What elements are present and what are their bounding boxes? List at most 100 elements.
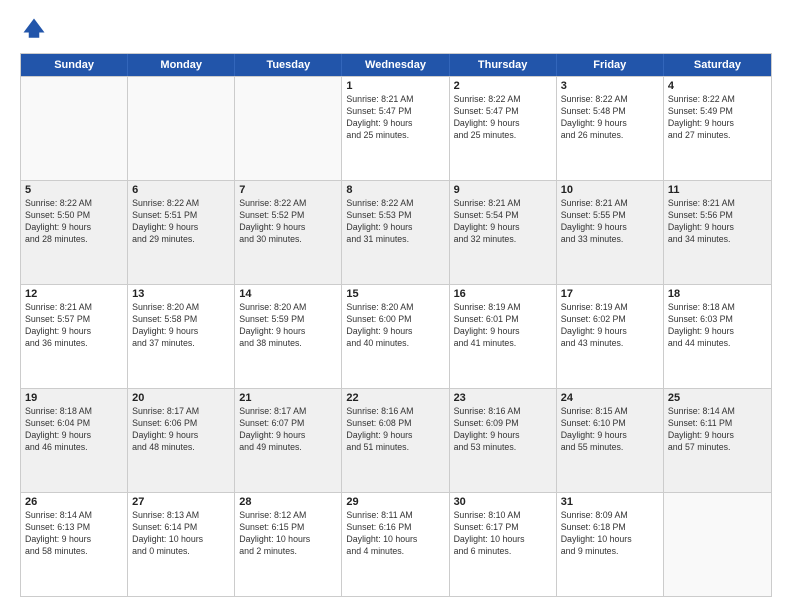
day-number: 28 xyxy=(239,496,337,508)
cell-text: Sunrise: 8:19 AM Sunset: 6:01 PM Dayligh… xyxy=(454,302,552,350)
calendar-cell: 29 Sunrise: 8:11 AM Sunset: 6:16 PM Dayli… xyxy=(342,493,449,596)
cell-text: Sunrise: 8:21 AM Sunset: 5:54 PM Dayligh… xyxy=(454,198,552,246)
cell-text: Sunrise: 8:21 AM Sunset: 5:47 PM Dayligh… xyxy=(346,94,444,142)
cell-text: Sunrise: 8:17 AM Sunset: 6:07 PM Dayligh… xyxy=(239,406,337,454)
cell-text: Sunrise: 8:10 AM Sunset: 6:17 PM Dayligh… xyxy=(454,510,552,558)
day-number: 26 xyxy=(25,496,123,508)
calendar: SundayMondayTuesdayWednesdayThursdayFrid… xyxy=(20,53,772,597)
day-number: 19 xyxy=(25,392,123,404)
day-number: 6 xyxy=(132,184,230,196)
day-number: 31 xyxy=(561,496,659,508)
calendar-cell: 19 Sunrise: 8:18 AM Sunset: 6:04 PM Dayli… xyxy=(21,389,128,492)
cell-text: Sunrise: 8:18 AM Sunset: 6:03 PM Dayligh… xyxy=(668,302,767,350)
day-number: 30 xyxy=(454,496,552,508)
cell-text: Sunrise: 8:15 AM Sunset: 6:10 PM Dayligh… xyxy=(561,406,659,454)
cell-text: Sunrise: 8:17 AM Sunset: 6:06 PM Dayligh… xyxy=(132,406,230,454)
day-number: 1 xyxy=(346,80,444,92)
weekday-header: Friday xyxy=(557,54,664,76)
cell-text: Sunrise: 8:19 AM Sunset: 6:02 PM Dayligh… xyxy=(561,302,659,350)
cell-text: Sunrise: 8:22 AM Sunset: 5:49 PM Dayligh… xyxy=(668,94,767,142)
day-number: 11 xyxy=(668,184,767,196)
day-number: 23 xyxy=(454,392,552,404)
calendar-cell: 22Sunrise: 8:16 AM Sunset: 6:08 PM Dayli… xyxy=(342,389,449,492)
cell-text: Sunrise: 8:22 AM Sunset: 5:51 PM Dayligh… xyxy=(132,198,230,246)
calendar-cell: 18Sunrise: 8:18 AM Sunset: 6:03 PM Dayli… xyxy=(664,285,771,388)
day-number: 3 xyxy=(561,80,659,92)
day-number: 15 xyxy=(346,288,444,300)
calendar-cell xyxy=(21,77,128,180)
calendar-cell: 10 Sunrise: 8:21 AM Sunset: 5:55 PM Dayli… xyxy=(557,181,664,284)
calendar-cell: 11 Sunrise: 8:21 AM Sunset: 5:56 PM Dayli… xyxy=(664,181,771,284)
weekday-header: Tuesday xyxy=(235,54,342,76)
calendar-cell: 30 Sunrise: 8:10 AM Sunset: 6:17 PM Dayli… xyxy=(450,493,557,596)
day-number: 10 xyxy=(561,184,659,196)
cell-text: Sunrise: 8:22 AM Sunset: 5:47 PM Dayligh… xyxy=(454,94,552,142)
day-number: 12 xyxy=(25,288,123,300)
calendar-cell: 4Sunrise: 8:22 AM Sunset: 5:49 PM Daylig… xyxy=(664,77,771,180)
calendar-cell: 6 Sunrise: 8:22 AM Sunset: 5:51 PM Daylig… xyxy=(128,181,235,284)
calendar-header-row: SundayMondayTuesdayWednesdayThursdayFrid… xyxy=(21,54,771,76)
cell-text: Sunrise: 8:16 AM Sunset: 6:09 PM Dayligh… xyxy=(454,406,552,454)
day-number: 7 xyxy=(239,184,337,196)
calendar-week: 12 Sunrise: 8:21 AM Sunset: 5:57 PM Dayli… xyxy=(21,284,771,388)
cell-text: Sunrise: 8:22 AM Sunset: 5:50 PM Dayligh… xyxy=(25,198,123,246)
cell-text: Sunrise: 8:14 AM Sunset: 6:11 PM Dayligh… xyxy=(668,406,767,454)
calendar-cell: 25 Sunrise: 8:14 AM Sunset: 6:11 PM Dayli… xyxy=(664,389,771,492)
calendar-week: 5 Sunrise: 8:22 AM Sunset: 5:50 PM Daylig… xyxy=(21,180,771,284)
cell-text: Sunrise: 8:20 AM Sunset: 6:00 PM Dayligh… xyxy=(346,302,444,350)
cell-text: Sunrise: 8:20 AM Sunset: 5:59 PM Dayligh… xyxy=(239,302,337,350)
cell-text: Sunrise: 8:14 AM Sunset: 6:13 PM Dayligh… xyxy=(25,510,123,558)
calendar-week: 1 Sunrise: 8:21 AM Sunset: 5:47 PM Daylig… xyxy=(21,76,771,180)
calendar-cell xyxy=(128,77,235,180)
calendar-week: 26 Sunrise: 8:14 AM Sunset: 6:13 PM Dayli… xyxy=(21,492,771,596)
calendar-cell: 2Sunrise: 8:22 AM Sunset: 5:47 PM Daylig… xyxy=(450,77,557,180)
logo xyxy=(20,15,52,43)
day-number: 24 xyxy=(561,392,659,404)
day-number: 17 xyxy=(561,288,659,300)
calendar-cell: 20Sunrise: 8:17 AM Sunset: 6:06 PM Dayli… xyxy=(128,389,235,492)
calendar-cell: 28Sunrise: 8:12 AM Sunset: 6:15 PM Dayli… xyxy=(235,493,342,596)
weekday-header: Thursday xyxy=(450,54,557,76)
day-number: 14 xyxy=(239,288,337,300)
weekday-header: Saturday xyxy=(664,54,771,76)
day-number: 25 xyxy=(668,392,767,404)
calendar-cell: 17 Sunrise: 8:19 AM Sunset: 6:02 PM Dayli… xyxy=(557,285,664,388)
day-number: 13 xyxy=(132,288,230,300)
day-number: 8 xyxy=(346,184,444,196)
cell-text: Sunrise: 8:21 AM Sunset: 5:55 PM Dayligh… xyxy=(561,198,659,246)
cell-text: Sunrise: 8:22 AM Sunset: 5:53 PM Dayligh… xyxy=(346,198,444,246)
day-number: 21 xyxy=(239,392,337,404)
day-number: 16 xyxy=(454,288,552,300)
weekday-header: Wednesday xyxy=(342,54,449,76)
calendar-cell xyxy=(664,493,771,596)
day-number: 27 xyxy=(132,496,230,508)
calendar-cell: 21 Sunrise: 8:17 AM Sunset: 6:07 PM Dayli… xyxy=(235,389,342,492)
calendar-cell: 27 Sunrise: 8:13 AM Sunset: 6:14 PM Dayli… xyxy=(128,493,235,596)
calendar-cell: 23 Sunrise: 8:16 AM Sunset: 6:09 PM Dayli… xyxy=(450,389,557,492)
cell-text: Sunrise: 8:21 AM Sunset: 5:57 PM Dayligh… xyxy=(25,302,123,350)
calendar-cell: 16 Sunrise: 8:19 AM Sunset: 6:01 PM Dayli… xyxy=(450,285,557,388)
cell-text: Sunrise: 8:09 AM Sunset: 6:18 PM Dayligh… xyxy=(561,510,659,558)
calendar-cell xyxy=(235,77,342,180)
calendar-cell: 8 Sunrise: 8:22 AM Sunset: 5:53 PM Daylig… xyxy=(342,181,449,284)
weekday-header: Sunday xyxy=(21,54,128,76)
calendar-cell: 3 Sunrise: 8:22 AM Sunset: 5:48 PM Daylig… xyxy=(557,77,664,180)
calendar-cell: 26 Sunrise: 8:14 AM Sunset: 6:13 PM Dayli… xyxy=(21,493,128,596)
calendar-cell: 15 Sunrise: 8:20 AM Sunset: 6:00 PM Dayli… xyxy=(342,285,449,388)
day-number: 9 xyxy=(454,184,552,196)
logo-icon xyxy=(20,15,48,43)
calendar-week: 19 Sunrise: 8:18 AM Sunset: 6:04 PM Dayli… xyxy=(21,388,771,492)
calendar-cell: 13 Sunrise: 8:20 AM Sunset: 5:58 PM Dayli… xyxy=(128,285,235,388)
day-number: 29 xyxy=(346,496,444,508)
cell-text: Sunrise: 8:18 AM Sunset: 6:04 PM Dayligh… xyxy=(25,406,123,454)
cell-text: Sunrise: 8:22 AM Sunset: 5:48 PM Dayligh… xyxy=(561,94,659,142)
cell-text: Sunrise: 8:22 AM Sunset: 5:52 PM Dayligh… xyxy=(239,198,337,246)
cell-text: Sunrise: 8:13 AM Sunset: 6:14 PM Dayligh… xyxy=(132,510,230,558)
calendar-cell: 1 Sunrise: 8:21 AM Sunset: 5:47 PM Daylig… xyxy=(342,77,449,180)
calendar-cell: 9 Sunrise: 8:21 AM Sunset: 5:54 PM Daylig… xyxy=(450,181,557,284)
calendar-body: 1 Sunrise: 8:21 AM Sunset: 5:47 PM Daylig… xyxy=(21,76,771,596)
day-number: 5 xyxy=(25,184,123,196)
cell-text: Sunrise: 8:21 AM Sunset: 5:56 PM Dayligh… xyxy=(668,198,767,246)
cell-text: Sunrise: 8:20 AM Sunset: 5:58 PM Dayligh… xyxy=(132,302,230,350)
cell-text: Sunrise: 8:11 AM Sunset: 6:16 PM Dayligh… xyxy=(346,510,444,558)
